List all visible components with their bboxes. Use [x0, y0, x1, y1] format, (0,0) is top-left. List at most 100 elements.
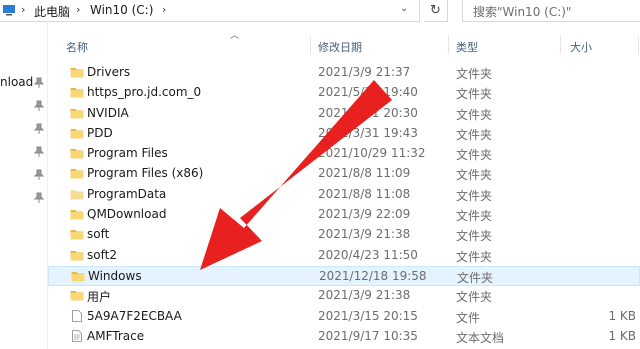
- file-size: 1 KB: [608, 308, 636, 323]
- file-modified: 2021/3/31 20:30: [318, 105, 418, 120]
- file-modified: 2021/3/31 19:43: [318, 125, 418, 140]
- column-header-row: ︿ 名称 修改日期 类型 大小: [48, 22, 640, 58]
- folder-icon: [70, 107, 84, 119]
- breadcrumb-drive[interactable]: Win10 (C:): [90, 3, 153, 17]
- file-row[interactable]: NVIDIA 2021/3/31 20:30 文件夹: [48, 104, 640, 124]
- pin-icon[interactable]: [34, 169, 44, 181]
- column-header-type[interactable]: 类型: [456, 39, 478, 55]
- file-type: 文件夹: [456, 127, 493, 142]
- file-type: 文件夹: [457, 270, 494, 285]
- sort-ascending-icon: ︿: [230, 31, 240, 41]
- refresh-icon: ↻: [430, 3, 441, 18]
- file-name: QMDownload: [87, 207, 167, 222]
- breadcrumb-separator[interactable]: ›: [162, 3, 166, 16]
- file-modified: 2021/3/9 21:38: [318, 288, 411, 303]
- file-name: Windows: [88, 268, 142, 283]
- file-row[interactable]: PDD 2021/3/31 19:43 文件夹: [48, 124, 640, 144]
- file-modified: 2021/10/29 11:32: [318, 146, 426, 161]
- column-divider[interactable]: [448, 36, 449, 54]
- file-type: 文件夹: [456, 148, 493, 163]
- column-divider[interactable]: [638, 36, 639, 54]
- file-name: Drivers: [87, 65, 131, 79]
- file-row[interactable]: Program Files 2021/10/29 11:32 文件夹: [48, 144, 640, 164]
- folder-icon: [70, 228, 84, 240]
- address-bar-row: › 此电脑 › Win10 (C:) › ⌄ ↻ 搜索"Win10 (C:)": [0, 0, 640, 22]
- file-name: NVIDIA: [87, 105, 129, 120]
- column-header-name[interactable]: 名称: [66, 39, 88, 55]
- pin-icon[interactable]: [34, 123, 44, 135]
- file-name: https_pro.jd.com_0: [87, 85, 202, 100]
- chevron-down-icon[interactable]: ⌄: [400, 3, 408, 14]
- nav-item-downloads[interactable]: nload: [0, 75, 33, 89]
- address-bar[interactable]: › 此电脑 › Win10 (C:) › ⌄: [0, 0, 420, 22]
- file-name: 5A9A7F2ECBAA: [87, 308, 182, 323]
- computer-icon: [3, 5, 15, 16]
- file-row[interactable]: ProgramData 2021/8/8 11:08 文件夹: [48, 185, 640, 205]
- file-row[interactable]: Windows 2021/12/18 19:58 文件夹: [48, 265, 640, 287]
- file-name: AMFTrace: [87, 328, 145, 343]
- folder-icon: [70, 289, 84, 301]
- file-modified: 2020/4/23 11:50: [318, 247, 418, 262]
- navigation-pane: nload: [0, 22, 48, 349]
- file-type: 文件夹: [456, 249, 493, 264]
- file-row[interactable]: 5A9A7F2ECBAA 2021/3/15 20:15 文件 1 KB: [48, 307, 640, 327]
- file-type: 文件夹: [456, 209, 493, 224]
- folder-icon: [70, 167, 84, 179]
- file-type: 文件夹: [456, 107, 493, 122]
- file-type: 文件夹: [456, 188, 493, 203]
- text-file-icon: [70, 329, 84, 342]
- file-row[interactable]: Program Files (x86) 2021/8/8 11:09 文件夹: [48, 164, 640, 184]
- pin-icon[interactable]: [34, 192, 44, 204]
- file-type: 文件夹: [456, 229, 493, 244]
- file-row[interactable]: https_pro.jd.com_0 2021/5/31 19:40 文件夹: [48, 83, 640, 103]
- file-row[interactable]: 用户 2021/3/9 21:38 文件夹: [48, 286, 640, 306]
- file-icon: [70, 309, 84, 322]
- folder-icon: [70, 86, 84, 98]
- folder-icon: [70, 249, 84, 261]
- file-type: 文件夹: [456, 87, 493, 102]
- file-modified: 2021/9/17 10:35: [318, 328, 418, 343]
- file-name: soft2: [87, 247, 117, 262]
- breadcrumb-separator[interactable]: ›: [21, 3, 25, 16]
- file-modified: 2021/8/8 11:08: [318, 186, 411, 201]
- file-modified: 2021/12/18 19:58: [319, 268, 427, 283]
- pin-icon[interactable]: [34, 77, 44, 89]
- file-name: ProgramData: [87, 186, 167, 201]
- column-divider[interactable]: [560, 36, 561, 54]
- file-type: 文件: [456, 310, 481, 325]
- column-divider[interactable]: [310, 36, 311, 54]
- file-name: PDD: [87, 125, 113, 140]
- file-modified: 2021/3/9 22:09: [318, 207, 411, 222]
- file-name: Program Files (x86): [87, 166, 204, 181]
- folder-icon: [70, 66, 84, 78]
- pin-icon[interactable]: [34, 100, 44, 112]
- search-input[interactable]: 搜索"Win10 (C:)": [462, 0, 640, 22]
- file-modified: 2021/3/15 20:15: [318, 308, 418, 323]
- refresh-button[interactable]: ↻: [424, 0, 448, 22]
- folder-icon: [70, 208, 84, 220]
- breadcrumb-separator[interactable]: ›: [76, 3, 80, 16]
- file-list: Drivers 2021/3/9 21:37 文件夹 https_pro.jd.co…: [48, 63, 640, 347]
- file-type: 文本文档: [456, 330, 505, 345]
- file-modified: 2021/5/31 19:40: [318, 85, 418, 100]
- file-modified: 2021/3/9 21:37: [318, 65, 411, 79]
- file-name: soft: [87, 227, 110, 242]
- pin-icon[interactable]: [34, 146, 44, 158]
- file-row[interactable]: AMFTrace 2021/9/17 10:35 文本文档 1 KB: [48, 327, 640, 347]
- folder-icon: [70, 127, 84, 139]
- folder-icon: [70, 147, 84, 159]
- breadcrumb-this-pc[interactable]: 此电脑: [34, 3, 70, 20]
- column-header-modified[interactable]: 修改日期: [318, 39, 362, 55]
- search-placeholder: 搜索"Win10 (C:)": [473, 5, 572, 19]
- column-header-size[interactable]: 大小: [570, 39, 592, 55]
- hidden-folder-icon: [70, 188, 84, 200]
- file-row[interactable]: soft 2021/3/9 21:38 文件夹: [48, 225, 640, 245]
- file-modified: 2021/8/8 11:09: [318, 166, 411, 181]
- file-name: 用户: [87, 290, 112, 305]
- file-row[interactable]: QMDownload 2021/3/9 22:09 文件夹: [48, 205, 640, 225]
- file-modified: 2021/3/9 21:38: [318, 227, 411, 242]
- file-row[interactable]: soft2 2020/4/23 11:50 文件夹: [48, 246, 640, 266]
- file-row[interactable]: Drivers 2021/3/9 21:37 文件夹: [48, 63, 640, 83]
- file-type: 文件夹: [456, 67, 493, 81]
- file-size: 1 KB: [608, 328, 636, 343]
